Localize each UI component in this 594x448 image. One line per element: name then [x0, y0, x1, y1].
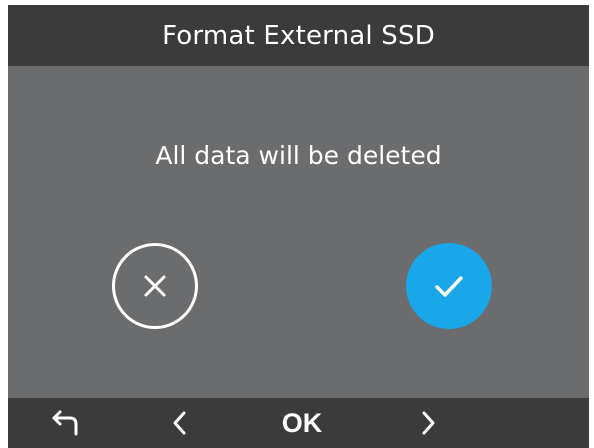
bottom-control-bar: OK: [8, 398, 589, 448]
close-icon: [144, 275, 166, 297]
dialog-header: Format External SSD: [8, 5, 589, 66]
ok-button[interactable]: OK: [264, 398, 340, 448]
previous-button[interactable]: [158, 398, 202, 448]
dialog-title: Format External SSD: [162, 20, 435, 51]
checkmark-icon: [435, 276, 463, 297]
back-button[interactable]: [38, 398, 92, 448]
chevron-right-icon: [422, 411, 435, 435]
back-arrow-icon: [52, 410, 78, 436]
chevron-left-icon: [173, 411, 186, 435]
cancel-button[interactable]: [112, 243, 198, 329]
confirm-button[interactable]: [406, 243, 492, 329]
format-dialog-screen: Format External SSD All data will be del…: [8, 5, 589, 448]
warning-message: All data will be deleted: [155, 141, 442, 170]
next-button[interactable]: [406, 398, 450, 448]
